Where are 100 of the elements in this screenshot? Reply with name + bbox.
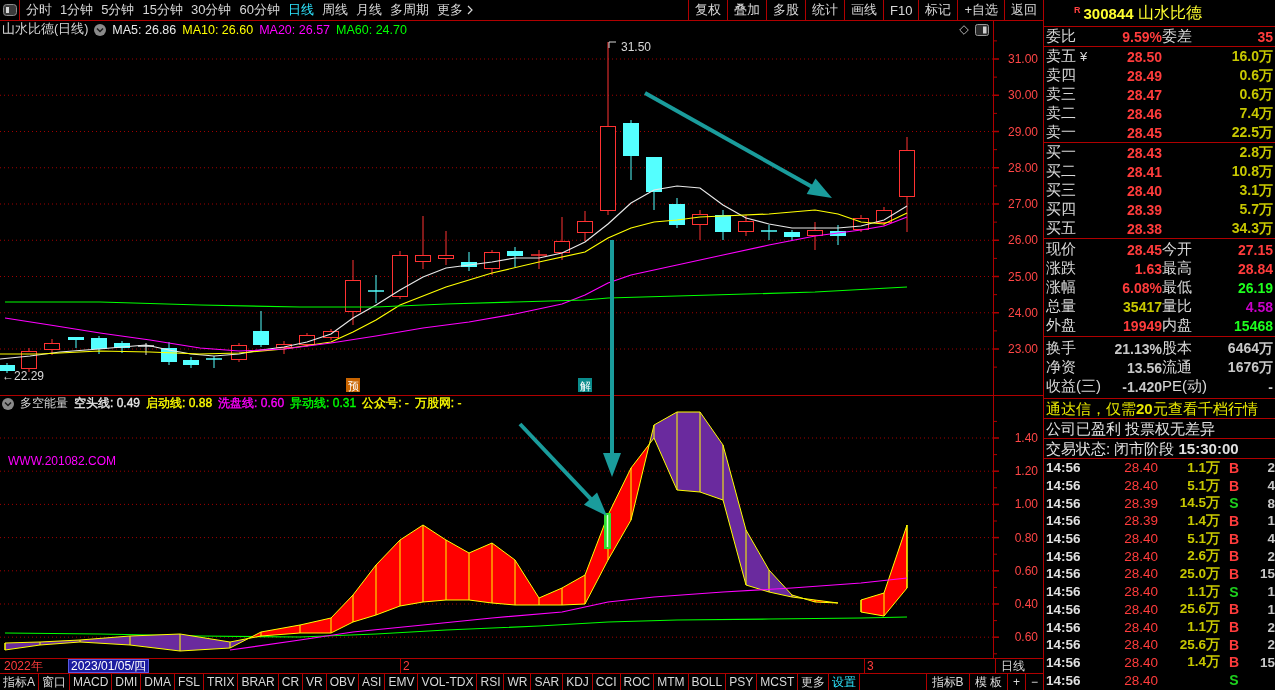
panel-toggle-icon[interactable]: [975, 23, 989, 36]
candle: [876, 206, 892, 227]
indicator-tab[interactable]: DMA: [141, 674, 176, 690]
axis-label: 24.00: [1007, 305, 1038, 320]
dropdown-icon[interactable]: [94, 23, 107, 36]
indicator-tab[interactable]: 窗口: [39, 674, 70, 690]
quote-label: 换手: [1046, 339, 1077, 358]
trade-side: S: [1228, 672, 1240, 689]
template-button[interactable]: 模 板: [968, 674, 1007, 690]
trade-price: 28.39: [1123, 513, 1158, 529]
period-tab[interactable]: 周线: [317, 0, 352, 20]
toolbar-button[interactable]: 统计: [805, 0, 844, 20]
toolbar-button[interactable]: 标记: [918, 0, 958, 20]
trade-price: 28.40: [1123, 548, 1158, 564]
candle: [137, 342, 155, 356]
template-button[interactable]: −: [1025, 674, 1043, 690]
settings-tab[interactable]: 设置: [829, 674, 861, 690]
order-volume: 2.8万: [1238, 143, 1273, 162]
period-tab[interactable]: 更多: [432, 0, 477, 20]
indicator-tab[interactable]: 更多: [798, 674, 830, 690]
axis-label: 1.20: [1014, 464, 1038, 479]
quote-label: 涨跌: [1046, 259, 1077, 278]
indicator-tab[interactable]: DMI: [112, 674, 142, 690]
quote-label: 最高: [1162, 259, 1193, 278]
indicator-tab[interactable]: 指标A: [0, 674, 39, 690]
indicator-tab[interactable]: WR: [504, 674, 532, 690]
period-tab[interactable]: 1分钟: [56, 0, 98, 20]
quote-label: 现价: [1046, 240, 1077, 259]
axis-label: 0.80: [1014, 530, 1038, 545]
candle: [323, 328, 339, 341]
indicator-tab[interactable]: MTM: [654, 674, 689, 690]
order-price: 28.41: [1125, 163, 1162, 180]
toolbar-button[interactable]: 复权: [688, 0, 727, 20]
indicator-tab[interactable]: MCST: [757, 674, 799, 690]
template-button[interactable]: 指标B: [925, 674, 969, 690]
trade-volume: 1.1万: [1186, 582, 1220, 601]
trade-side: B: [1227, 530, 1241, 547]
candle: [530, 249, 548, 270]
moving-average-label: MA5: 26.86: [112, 22, 177, 37]
indicator-tab[interactable]: BOLL: [688, 674, 727, 690]
period-tab[interactable]: 60分钟: [235, 0, 284, 20]
period-tab[interactable]: 多周期: [385, 0, 433, 20]
trade-price: 28.40: [1123, 619, 1158, 635]
diamond-icon[interactable]: [959, 24, 969, 35]
candle: [760, 224, 778, 241]
trade-count: 2: [1266, 460, 1275, 476]
toolbar-button[interactable]: 多股: [766, 0, 805, 20]
candle: [392, 250, 408, 300]
indicator-tab[interactable]: BRAR: [238, 674, 279, 690]
trade-count: 2: [1266, 548, 1275, 564]
period-tab[interactable]: 30分钟: [186, 0, 236, 20]
indicator-tab[interactable]: VOL-TDX: [418, 674, 478, 690]
trade-volume: 2.6万: [1186, 547, 1220, 566]
indicator-tab[interactable]: MACD: [70, 674, 113, 690]
indicator-tab[interactable]: PSY: [726, 674, 758, 690]
toolbar-button[interactable]: 返回: [1004, 0, 1043, 20]
quote-label: 内盘: [1162, 316, 1193, 335]
quote-label: 委比: [1046, 27, 1077, 46]
candle: [44, 338, 60, 356]
period-label: 日线: [995, 659, 1043, 673]
order-level-label: 买一: [1046, 143, 1076, 162]
trade-price: 28.40: [1123, 584, 1158, 600]
period-tab[interactable]: 月线: [351, 0, 386, 20]
candle: [276, 340, 292, 355]
dropdown-icon[interactable]: [2, 397, 14, 410]
candle: [367, 274, 385, 304]
stock-name: 山水比德: [1137, 2, 1202, 23]
quote-label: 今开: [1162, 240, 1193, 259]
indicator-tab[interactable]: ASI: [359, 674, 386, 690]
trade-volume: 1.4万: [1186, 511, 1220, 530]
panel-toggle-icon[interactable]: [2, 4, 17, 16]
trade-price: 28.40: [1123, 566, 1158, 582]
trade-price: 28.40: [1123, 601, 1158, 617]
quote-label: 涨幅: [1046, 278, 1077, 297]
period-tab[interactable]: 分时: [22, 0, 56, 20]
period-tab[interactable]: 日线: [283, 0, 318, 20]
indicator-tab[interactable]: RSI: [477, 674, 505, 690]
indicator-tab[interactable]: SAR: [531, 674, 564, 690]
toolbar-button[interactable]: F10: [883, 0, 919, 20]
toolbar-button[interactable]: +自选: [957, 0, 1004, 20]
quote-value: 6.08%: [1121, 279, 1162, 296]
order-level-label: 卖五: [1046, 47, 1076, 66]
indicator-tab[interactable]: CCI: [592, 674, 621, 690]
toolbar-button[interactable]: 叠加: [727, 0, 766, 20]
indicator-tab[interactable]: VR: [303, 674, 327, 690]
order-price: 28.38: [1125, 220, 1162, 237]
indicator-tab[interactable]: ROC: [620, 674, 655, 690]
toolbar-button[interactable]: 画线: [844, 0, 883, 20]
indicator-tab[interactable]: CR: [278, 674, 304, 690]
indicator-tab[interactable]: KDJ: [563, 674, 593, 690]
template-button[interactable]: +: [1006, 674, 1025, 690]
indicator-tab[interactable]: TRIX: [204, 674, 239, 690]
indicator-tab[interactable]: FSL: [175, 674, 205, 690]
period-tab[interactable]: 5分钟: [97, 0, 139, 20]
indicator-tab[interactable]: OBV: [326, 674, 360, 690]
trade-price: 28.40: [1123, 478, 1158, 494]
indicator-tab[interactable]: EMV: [385, 674, 419, 690]
candle: [830, 224, 846, 246]
month-label: 3: [864, 659, 874, 673]
period-tab[interactable]: 15分钟: [138, 0, 187, 20]
